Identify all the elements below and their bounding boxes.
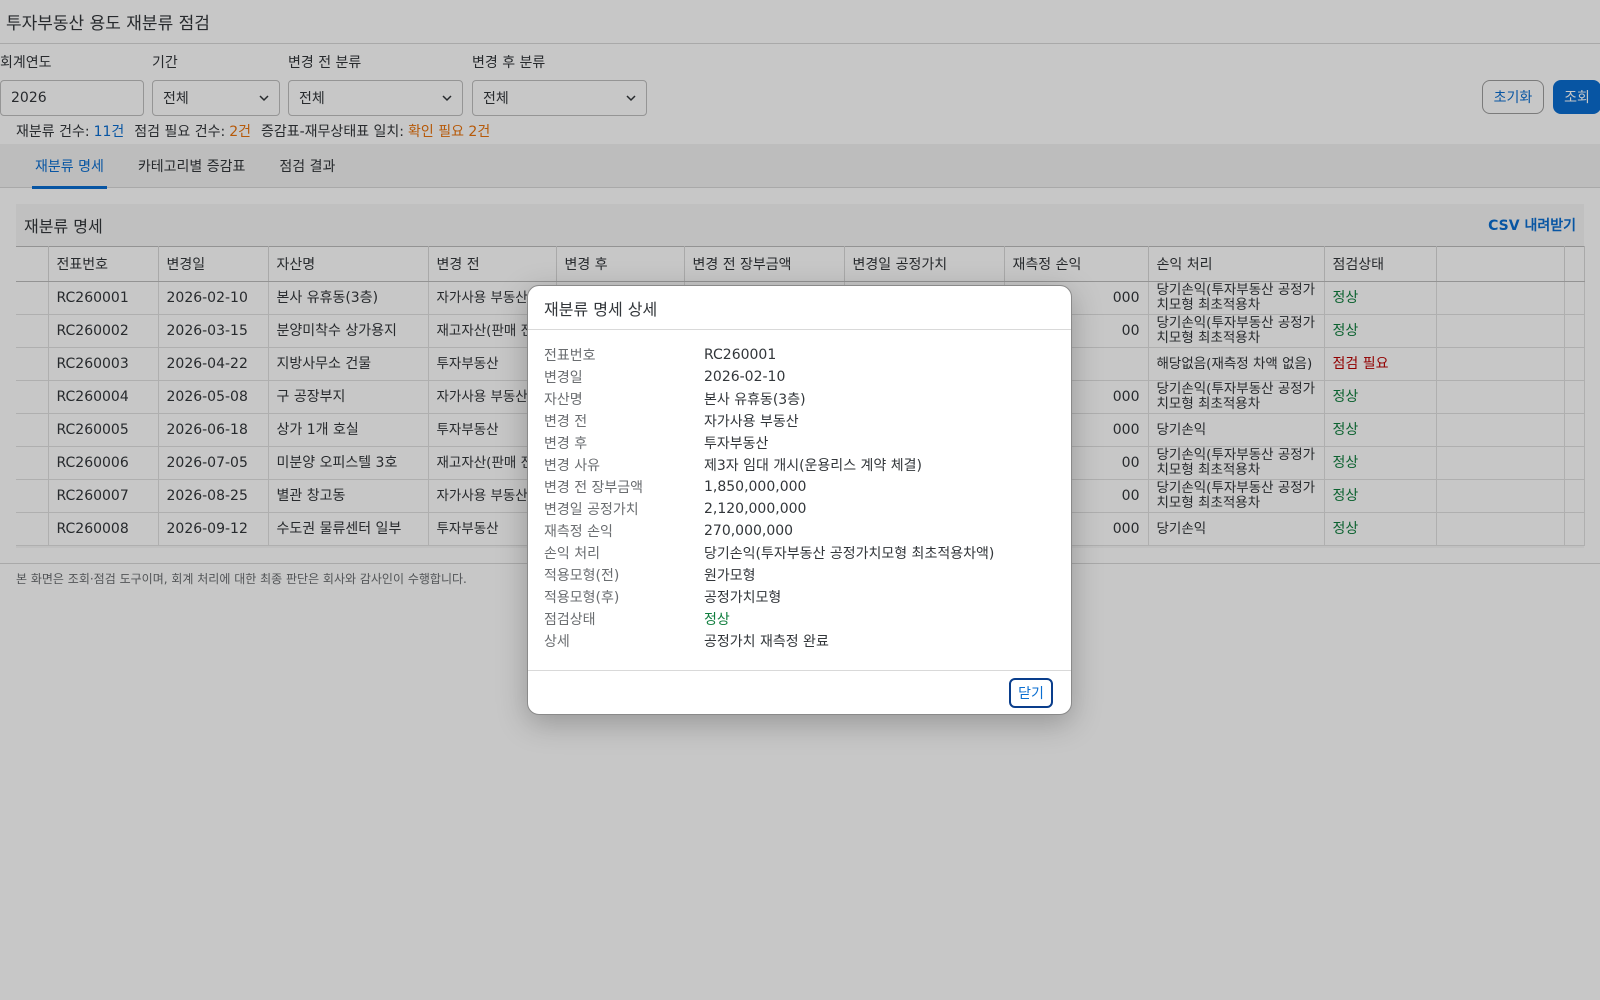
detail-value: 자가사용 부동산: [704, 414, 799, 430]
detail-key: 변경일: [544, 370, 583, 386]
detail-key: 변경 전 장부금액: [544, 480, 644, 496]
detail-row: 재측정 손익 270,000,000: [544, 520, 1055, 542]
detail-row: 손익 처리 당기손익(투자부동산 공정가치모형 최초적용차액): [544, 542, 1055, 564]
detail-value: 본사 유휴동(3층): [704, 392, 806, 408]
detail-key: 자산명: [544, 392, 583, 408]
detail-row: 변경 후 투자부동산: [544, 432, 1055, 454]
detail-key: 적용모형(후): [544, 590, 620, 606]
detail-row: 변경 전 자가사용 부동산: [544, 410, 1055, 432]
detail-value: 원가모형: [704, 568, 756, 584]
detail-value: 1,850,000,000: [704, 479, 807, 495]
detail-key: 변경 전: [544, 414, 588, 430]
detail-value: 공정가치모형: [704, 590, 782, 606]
detail-row: 상세 공정가치 재측정 완료: [544, 630, 1055, 652]
detail-row: 적용모형(후) 공정가치모형: [544, 586, 1055, 608]
detail-row: 변경일 공정가치 2,120,000,000: [544, 498, 1055, 520]
detail-value: 제3자 임대 개시(운용리스 계약 체결): [704, 458, 922, 474]
detail-dialog: 재분류 명세 상세 전표번호 RC260001 변경일 2026-02-10 자산명 본사…: [527, 285, 1072, 715]
detail-row: 변경 사유 제3자 임대 개시(운용리스 계약 체결): [544, 454, 1055, 476]
detail-row: 변경 전 장부금액 1,850,000,000: [544, 476, 1055, 498]
detail-row: 전표번호 RC260001: [544, 344, 1055, 366]
detail-key: 적용모형(전): [544, 568, 620, 584]
detail-key: 점검상태: [544, 612, 596, 628]
detail-value: RC260001: [704, 347, 777, 363]
detail-key: 변경 후: [544, 436, 588, 452]
detail-key: 변경일 공정가치: [544, 502, 639, 518]
detail-value: 공정가치 재측정 완료: [704, 634, 829, 650]
dialog-body: 전표번호 RC260001 변경일 2026-02-10 자산명 본사 유휴동(3층) 변경…: [528, 330, 1071, 652]
detail-value: 당기손익(투자부동산 공정가치모형 최초적용차액): [704, 546, 995, 562]
detail-key: 재측정 손익: [544, 524, 613, 540]
detail-key: 변경 사유: [544, 458, 600, 474]
close-button[interactable]: 닫기: [1009, 678, 1053, 708]
detail-key: 전표번호: [544, 348, 596, 364]
detail-value: 정상: [704, 612, 730, 628]
detail-value: 투자부동산: [704, 436, 769, 452]
detail-row: 자산명 본사 유휴동(3층): [544, 388, 1055, 410]
detail-row: 변경일 2026-02-10: [544, 366, 1055, 388]
detail-value: 2026-02-10: [704, 369, 786, 385]
detail-key: 상세: [544, 634, 570, 650]
dialog-footer: 닫기: [528, 670, 1071, 714]
detail-row: 점검상태 정상: [544, 608, 1055, 630]
dialog-title: 재분류 명세 상세: [528, 286, 1071, 330]
detail-row: 적용모형(전) 원가모형: [544, 564, 1055, 586]
detail-key: 손익 처리: [544, 546, 600, 562]
detail-value: 2,120,000,000: [704, 501, 807, 517]
detail-value: 270,000,000: [704, 523, 794, 539]
